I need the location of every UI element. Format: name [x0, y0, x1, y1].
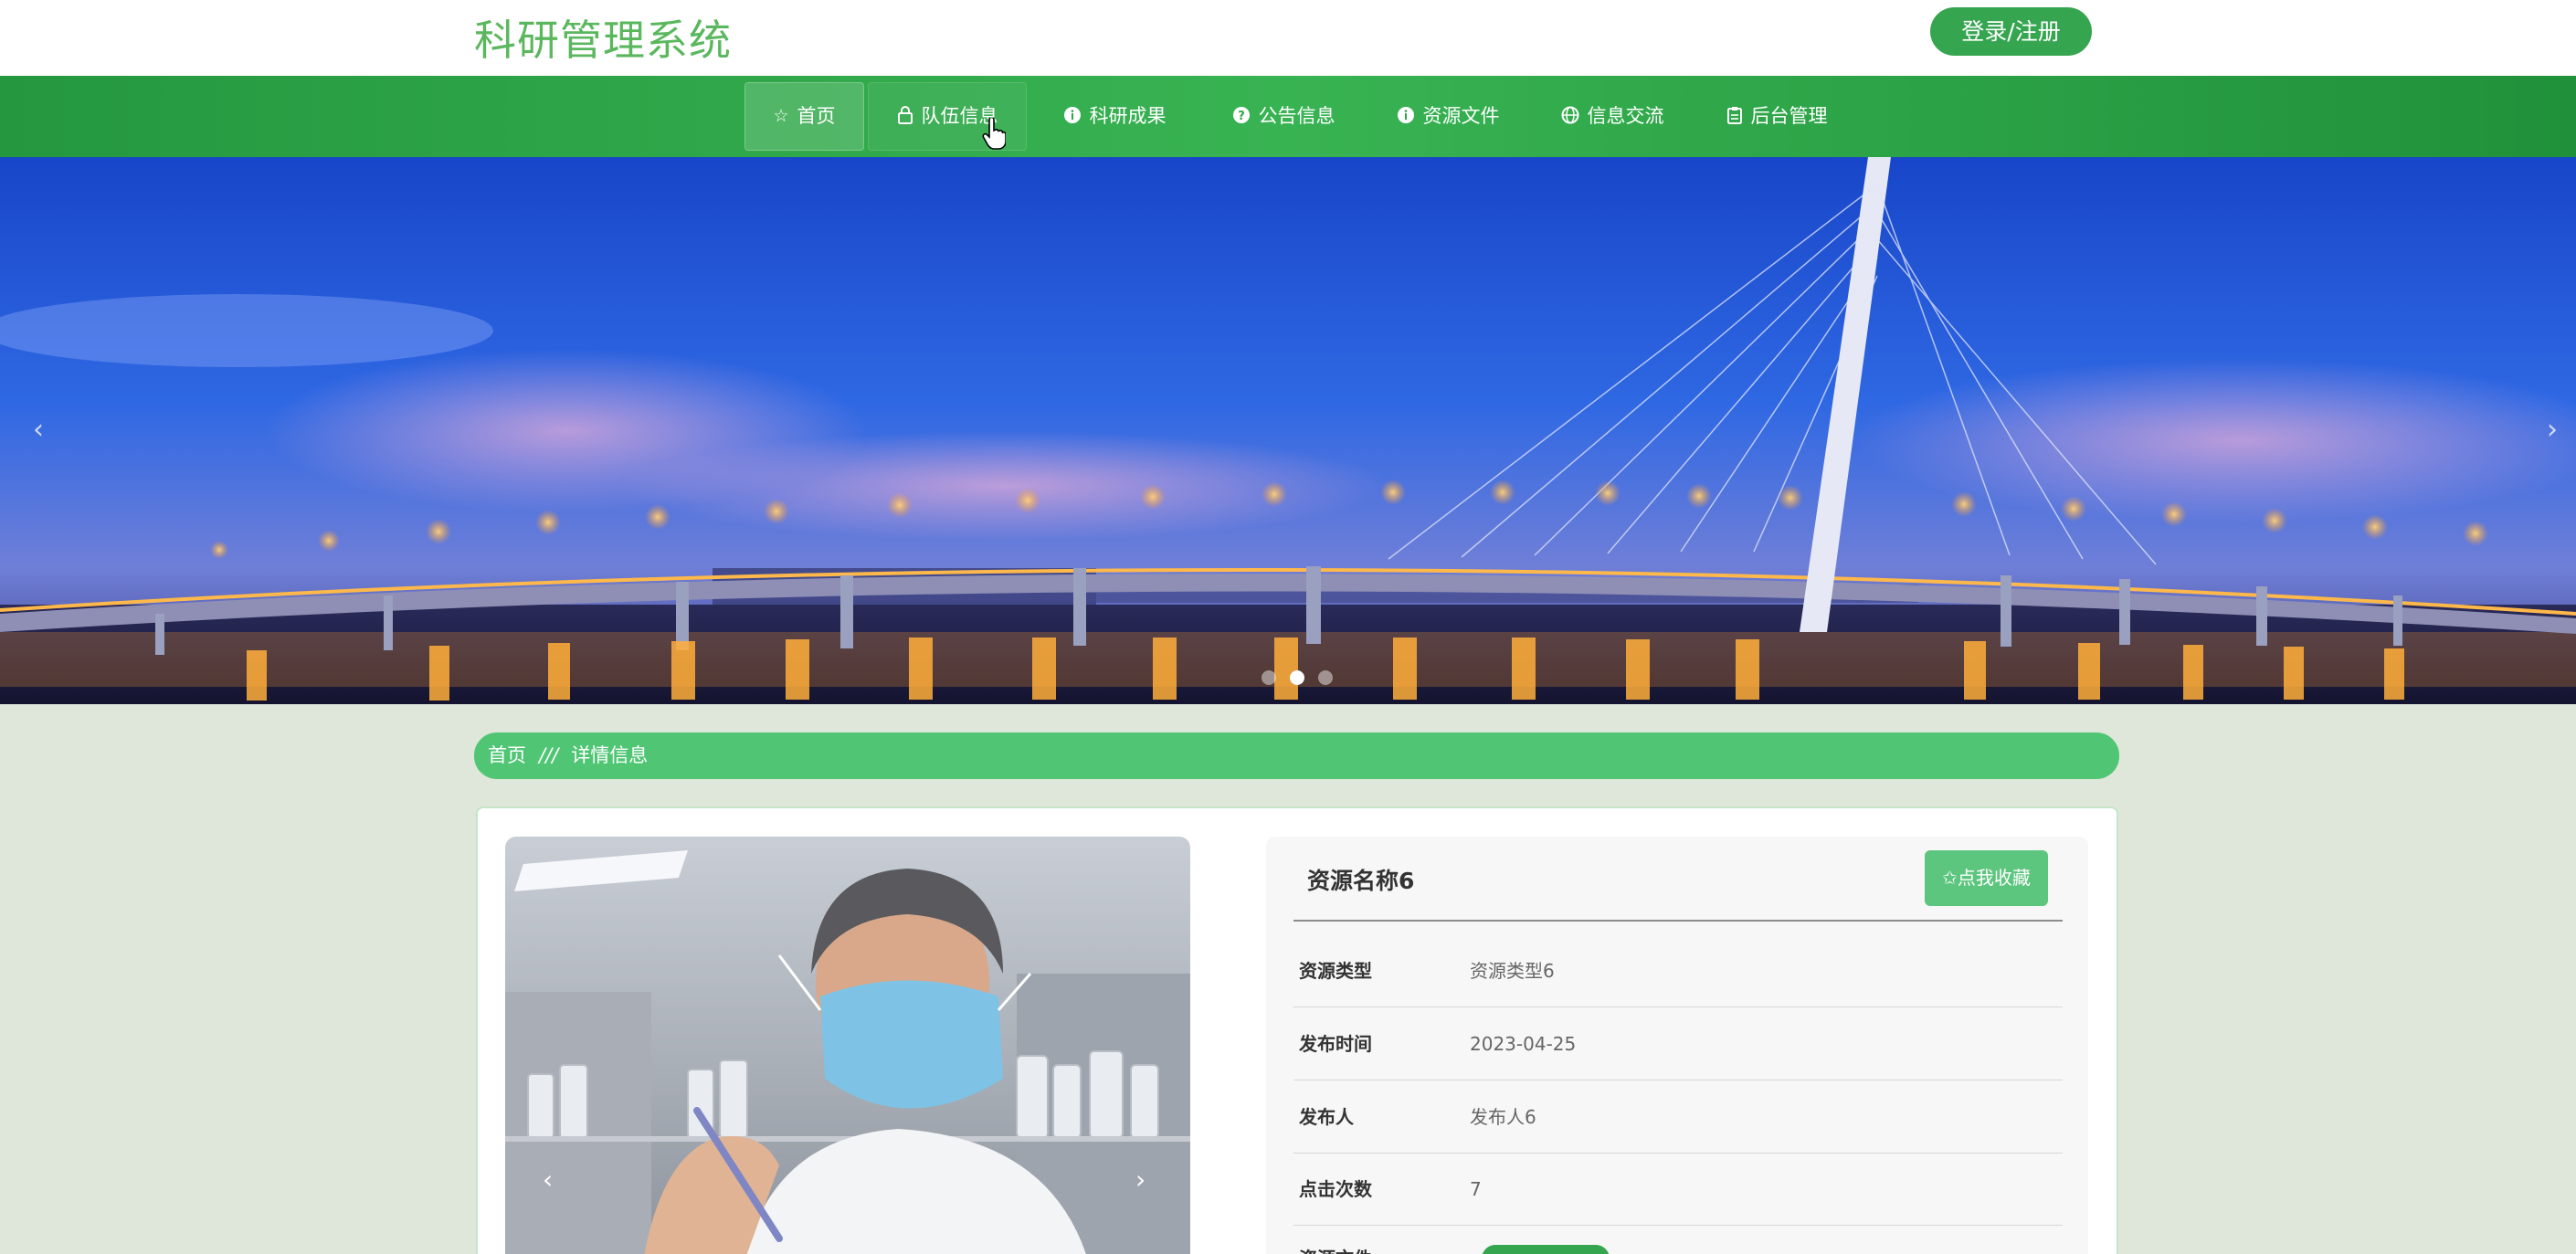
lab-scientist-image [505, 837, 1190, 1254]
info-row-publisher: 发布人 发布人6 [1293, 1081, 2063, 1154]
svg-text:?: ? [1238, 110, 1245, 123]
breadcrumb-separator: /// [539, 744, 559, 766]
star-outline-icon: ☆ [773, 106, 789, 126]
field-label: 资源类型 [1299, 960, 1372, 982]
nav-item-label: 公告信息 [1258, 105, 1336, 127]
resource-photo [505, 837, 1190, 1254]
breadcrumb: 首页 /// 详情信息 [474, 732, 2119, 779]
hand-cursor-icon [982, 118, 1006, 150]
resource-title: 资源名称6 [1307, 868, 1415, 894]
info-row-click-count: 点击次数 7 [1293, 1154, 2063, 1226]
hero-banner [0, 157, 2576, 704]
info-row-publish-time: 发布时间 2023-04-25 [1293, 1008, 2063, 1080]
nav-item-home[interactable]: ☆ 首页 [744, 82, 864, 151]
title-divider [1293, 920, 2063, 922]
nav-item-label: 后台管理 [1750, 105, 1828, 127]
favorite-button[interactable]: ✩点我收藏 [1925, 850, 2048, 906]
nav-item-announcements[interactable]: ? 公告信息 [1215, 82, 1352, 151]
photo-prev-arrow[interactable]: ‹ [543, 1164, 553, 1195]
banner-dot-2[interactable] [1290, 670, 1304, 685]
main-nav: ☆ 首页 队伍信息 科研成果 ? 公告信息 资源文件 信息交流 后台管理 [0, 76, 2576, 157]
nav-item-label: 信息交流 [1587, 105, 1664, 127]
field-label: 发布时间 [1299, 1033, 1372, 1055]
nav-item-admin[interactable]: 后台管理 [1708, 82, 1845, 151]
field-value: 2023-04-25 [1470, 1033, 1577, 1055]
globe-icon [1561, 106, 1579, 128]
info-circle-icon [1063, 106, 1082, 128]
nav-item-label: 首页 [797, 105, 836, 127]
breadcrumb-current: 详情信息 [571, 744, 649, 766]
field-label: 点击次数 [1299, 1178, 1372, 1200]
breadcrumb-home[interactable]: 首页 [488, 732, 526, 779]
site-title: 科研管理系统 [474, 16, 732, 65]
photo-next-arrow[interactable]: › [1135, 1164, 1145, 1195]
field-value: 发布人6 [1470, 1106, 1536, 1128]
clipboard-icon [1726, 106, 1743, 128]
field-value: 资源类型6 [1470, 960, 1555, 982]
nav-item-label: 科研成果 [1089, 105, 1167, 127]
banner-dot-1[interactable] [1262, 670, 1276, 685]
nav-item-label: 资源文件 [1422, 105, 1500, 127]
resource-file-label: 资源文件 [1299, 1244, 1372, 1254]
field-value: 7 [1470, 1178, 1482, 1200]
field-label: 发布人 [1299, 1106, 1354, 1128]
nav-item-research-results[interactable]: 科研成果 [1046, 82, 1183, 151]
top-header: 科研管理系统 登录/注册 [0, 0, 2576, 76]
banner-prev-arrow[interactable]: ‹ [20, 412, 57, 448]
banner-dot-3[interactable] [1318, 670, 1333, 685]
download-button[interactable] [1482, 1245, 1610, 1254]
lock-icon [897, 105, 913, 128]
info-circle-icon [1397, 106, 1415, 128]
question-circle-icon: ? [1232, 106, 1251, 128]
nav-item-exchange[interactable]: 信息交流 [1544, 82, 1681, 151]
bridge-night-image [0, 157, 2576, 704]
banner-next-arrow[interactable]: › [2534, 412, 2571, 448]
nav-item-resource-files[interactable]: 资源文件 [1379, 82, 1516, 151]
info-row-resource-type: 资源类型 资源类型6 [1293, 935, 2063, 1007]
login-register-button[interactable]: 登录/注册 [1930, 7, 2092, 56]
